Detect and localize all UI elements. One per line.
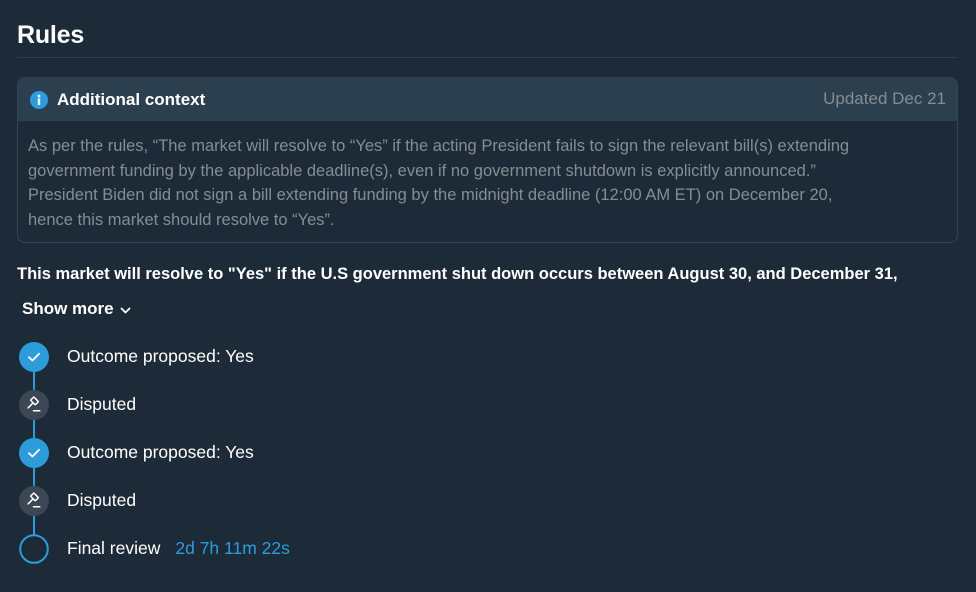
timeline-step-proposed: Outcome proposed: Yes (18, 437, 518, 469)
timeline-step-label: Disputed (67, 394, 137, 414)
empty-circle-icon (19, 534, 49, 564)
timeline-step-disputed: Disputed (18, 485, 518, 517)
updated-date: Updated Dec 21 (823, 89, 946, 108)
rules-description: This market will resolve to "Yes" if the… (17, 265, 898, 283)
show-more-label: Show more (22, 299, 114, 318)
additional-context-body: As per the rules, “The market will resol… (28, 137, 850, 229)
timeline-step-label: Outcome proposed: Yes (67, 346, 254, 366)
additional-context-header: Additional context Updated Dec 21 (18, 78, 957, 121)
gavel-icon (19, 486, 49, 516)
resolution-timeline: Outcome proposed: Yes Disputed Outcome p… (18, 341, 518, 571)
timeline-step-proposed: Outcome proposed: Yes (18, 341, 518, 373)
additional-context-title: Additional context (57, 90, 206, 109)
timeline-step-disputed: Disputed (18, 389, 518, 421)
rules-title: Rules (17, 21, 85, 49)
gavel-icon (19, 390, 49, 420)
timeline-step-label: Outcome proposed: Yes (67, 442, 254, 462)
show-more-button[interactable]: Show more (22, 298, 131, 320)
final-review-label: Final review (67, 538, 161, 558)
info-icon (30, 91, 48, 109)
timeline-step-label: Disputed (67, 490, 137, 510)
check-circle-icon (19, 342, 49, 372)
chevron-down-icon (120, 307, 131, 313)
check-circle-icon (19, 438, 49, 468)
timeline-step-label: Final review 2d 7h 11m 22s (67, 537, 290, 559)
countdown-timer: 2d 7h 11m 22s (175, 538, 290, 558)
additional-context-card: Additional context Updated Dec 21 As per… (17, 77, 958, 243)
timeline-step-final-review: Final review 2d 7h 11m 22s (18, 533, 518, 565)
title-divider (17, 57, 958, 58)
